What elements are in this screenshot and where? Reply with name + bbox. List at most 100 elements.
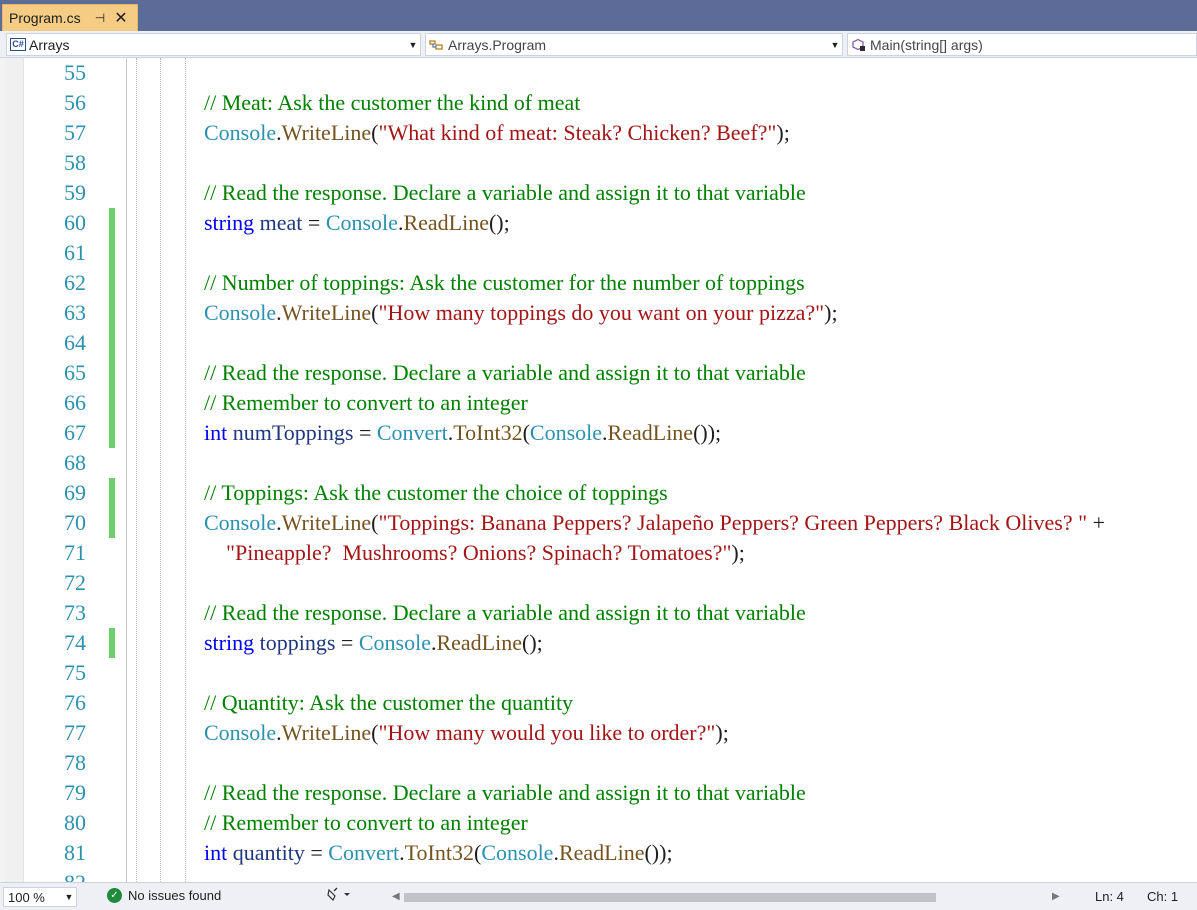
code-token-keyword: int bbox=[204, 840, 228, 865]
line-number: 67 bbox=[64, 420, 86, 445]
code-line[interactable]: 57 Console.WriteLine("What kind of meat: … bbox=[0, 118, 1197, 148]
code-line[interactable]: 71 "Pineapple? Mushrooms? Onions? Spinac… bbox=[0, 538, 1197, 568]
code-line[interactable]: 66 // Remember to convert to an integer bbox=[0, 388, 1197, 418]
code-line[interactable]: 56 // Meat: Ask the customer the kind of … bbox=[0, 88, 1197, 118]
code-token-keyword: string bbox=[204, 630, 255, 655]
code-token-punct bbox=[204, 540, 226, 565]
document-tab-strip: Program.cs ⊣ ✕ bbox=[0, 0, 1197, 31]
code-line[interactable]: 72 bbox=[0, 568, 1197, 598]
code-line[interactable]: 69 // Toppings: Ask the customer the choi… bbox=[0, 478, 1197, 508]
code-text[interactable]: Console.WriteLine("What kind of meat: St… bbox=[204, 118, 790, 148]
change-indicator bbox=[109, 478, 115, 508]
code-line[interactable]: 58 bbox=[0, 148, 1197, 178]
code-line[interactable]: 81 int quantity = Convert.ToInt32(Console… bbox=[0, 838, 1197, 868]
code-token-type: Convert bbox=[328, 840, 400, 865]
code-text[interactable]: string meat = Console.ReadLine(); bbox=[204, 208, 510, 238]
change-indicator bbox=[109, 268, 115, 298]
line-number: 64 bbox=[64, 330, 86, 355]
tab-program-cs[interactable]: Program.cs ⊣ ✕ bbox=[2, 4, 138, 31]
code-line[interactable]: 75 bbox=[0, 658, 1197, 688]
code-token-type: Console bbox=[481, 840, 554, 865]
code-line[interactable]: 76 // Quantity: Ask the customer the quan… bbox=[0, 688, 1197, 718]
code-line[interactable]: 79 // Read the response. Declare a variab… bbox=[0, 778, 1197, 808]
pin-icon[interactable]: ⊣ bbox=[89, 11, 111, 25]
code-editor[interactable]: 55 56 // Meat: Ask the customer the kind o… bbox=[0, 58, 1197, 882]
scroll-right-arrow-icon[interactable]: ▶ bbox=[1052, 889, 1060, 905]
code-line[interactable]: 70 Console.WriteLine("Toppings: Banana Pe… bbox=[0, 508, 1197, 538]
code-token-comment: // Toppings: Ask the customer the choice… bbox=[204, 480, 668, 505]
csharp-project-icon: C# bbox=[7, 37, 29, 53]
code-line[interactable]: 61 bbox=[0, 238, 1197, 268]
code-text[interactable]: string toppings = Console.ReadLine(); bbox=[204, 628, 543, 658]
line-number: 82 bbox=[30, 868, 86, 882]
member-dropdown[interactable]: Main(string[] args) bbox=[847, 33, 1197, 56]
navigation-bar: C# Arrays ▼ Arrays.Program ▼ Main(string… bbox=[0, 31, 1197, 58]
code-token-method: WriteLine bbox=[281, 510, 372, 535]
code-line[interactable]: 63 Console.WriteLine("How many toppings d… bbox=[0, 298, 1197, 328]
status-bar: 100 % ▼ ✓ No issues found ◀ ▶ Ln: 4 Ch: … bbox=[0, 882, 1197, 910]
code-text[interactable]: // Read the response. Declare a variable… bbox=[204, 778, 806, 808]
project-dropdown[interactable]: C# Arrays ▼ bbox=[6, 33, 421, 56]
class-dropdown[interactable]: Arrays.Program ▼ bbox=[425, 33, 843, 56]
code-cleanup-icon[interactable] bbox=[326, 887, 352, 906]
member-name: Main(string[] args) bbox=[870, 36, 983, 53]
code-line[interactable]: 60 string meat = Console.ReadLine(); bbox=[0, 208, 1197, 238]
horizontal-scrollbar[interactable]: ◀ ▶ bbox=[390, 889, 1070, 905]
code-token-punct: (); bbox=[522, 630, 543, 655]
code-text[interactable]: // Read the response. Declare a variable… bbox=[204, 178, 806, 208]
code-line[interactable]: 78 bbox=[0, 748, 1197, 778]
code-line[interactable]: 59 // Read the response. Declare a variab… bbox=[0, 178, 1197, 208]
code-token-punct: = bbox=[335, 630, 359, 655]
code-token-type: Console bbox=[325, 210, 398, 235]
code-text[interactable]: // Meat: Ask the customer the kind of me… bbox=[204, 88, 580, 118]
code-text[interactable]: Console.WriteLine("Toppings: Banana Pepp… bbox=[204, 508, 1105, 538]
code-line[interactable]: 80 // Remember to convert to an integer bbox=[0, 808, 1197, 838]
code-line[interactable]: 55 bbox=[0, 58, 1197, 88]
code-text[interactable]: // Remember to convert to an integer bbox=[204, 808, 528, 838]
change-indicator bbox=[109, 328, 115, 358]
code-text[interactable]: // Quantity: Ask the customer the quanti… bbox=[204, 688, 573, 718]
code-token-var: toppings bbox=[259, 630, 336, 655]
code-text[interactable]: Console.WriteLine("How many would you li… bbox=[204, 718, 729, 748]
scrollbar-thumb[interactable] bbox=[404, 893, 936, 902]
code-token-var: meat bbox=[259, 210, 303, 235]
code-line[interactable]: 77 Console.WriteLine("How many would you … bbox=[0, 718, 1197, 748]
close-icon[interactable]: ✕ bbox=[111, 8, 131, 28]
code-text[interactable]: // Number of toppings: Ask the customer … bbox=[204, 268, 805, 298]
line-number: 61 bbox=[64, 240, 86, 265]
code-line[interactable]: 62 // Number of toppings: Ask the custome… bbox=[0, 268, 1197, 298]
code-text[interactable]: int numToppings = Convert.ToInt32(Consol… bbox=[204, 418, 721, 448]
code-token-keyword: int bbox=[204, 420, 228, 445]
code-token-comment: // Number of toppings: Ask the customer … bbox=[204, 270, 805, 295]
code-text[interactable]: // Toppings: Ask the customer the choice… bbox=[204, 478, 668, 508]
code-line[interactable]: 82 bbox=[0, 868, 1197, 882]
code-token-punct: ()); bbox=[644, 840, 673, 865]
line-number: 58 bbox=[64, 150, 86, 175]
code-text[interactable]: // Remember to convert to an integer bbox=[204, 388, 528, 418]
line-number: 78 bbox=[64, 750, 86, 775]
code-token-string: "How many toppings do you want on your p… bbox=[378, 300, 825, 325]
code-text[interactable]: Console.WriteLine("How many toppings do … bbox=[204, 298, 838, 328]
code-token-comment: // Read the response. Declare a variable… bbox=[204, 360, 806, 385]
line-number: 56 bbox=[64, 90, 86, 115]
issues-indicator[interactable]: ✓ No issues found bbox=[107, 888, 221, 903]
code-line[interactable]: 73 // Read the response. Declare a variab… bbox=[0, 598, 1197, 628]
code-text[interactable]: "Pineapple? Mushrooms? Onions? Spinach? … bbox=[204, 538, 745, 568]
code-text[interactable]: // Read the response. Declare a variable… bbox=[204, 598, 806, 628]
code-line[interactable]: 67 int numToppings = Convert.ToInt32(Cons… bbox=[0, 418, 1197, 448]
line-number: 65 bbox=[64, 360, 86, 385]
code-token-comment: // Quantity: Ask the customer the quanti… bbox=[204, 690, 574, 715]
code-token-method: WriteLine bbox=[281, 120, 372, 145]
code-text[interactable]: // Read the response. Declare a variable… bbox=[204, 358, 806, 388]
code-line[interactable]: 74 string toppings = Console.ReadLine(); bbox=[0, 628, 1197, 658]
csharp-badge: C# bbox=[10, 38, 26, 51]
scroll-left-arrow-icon[interactable]: ◀ bbox=[392, 889, 400, 905]
code-line[interactable]: 64 bbox=[0, 328, 1197, 358]
code-token-keyword: string bbox=[204, 210, 255, 235]
change-indicator bbox=[109, 238, 115, 268]
code-line[interactable]: 68 bbox=[0, 448, 1197, 478]
code-text[interactable]: int quantity = Convert.ToInt32(Console.R… bbox=[204, 838, 673, 868]
code-token-type: Console bbox=[204, 510, 277, 535]
code-line[interactable]: 65 // Read the response. Declare a variab… bbox=[0, 358, 1197, 388]
zoom-dropdown[interactable]: 100 % ▼ bbox=[3, 887, 77, 907]
